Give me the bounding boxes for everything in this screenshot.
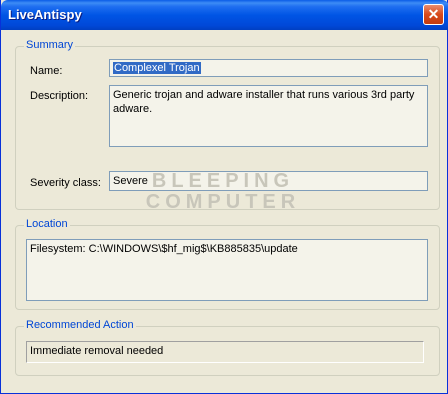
severity-field[interactable]: Severe <box>109 171 428 191</box>
name-value: Complexel Trojan <box>113 62 201 74</box>
name-field[interactable]: Complexel Trojan <box>109 59 428 77</box>
location-legend: Location <box>24 218 70 230</box>
location-field[interactable]: Filesystem: C:\WINDOWS\$hf_mig$\KB885835… <box>26 239 428 301</box>
description-field[interactable]: Generic trojan and adware installer that… <box>109 85 428 147</box>
severity-label: Severity class: <box>30 177 101 189</box>
window-title: LiveAntispy <box>8 7 82 22</box>
description-label: Description: <box>30 90 89 102</box>
name-label: Name: <box>30 65 63 77</box>
dialog-window: LiveAntispy ✕ Summary Name: Complexel Tr… <box>0 0 448 394</box>
recommended-action-group: Recommended Action Immediate removal nee… <box>15 319 440 376</box>
title-bar[interactable]: LiveAntispy ✕ <box>1 0 448 30</box>
close-button[interactable]: ✕ <box>423 4 444 25</box>
summary-group: Summary Name: Complexel Trojan Descripti… <box>15 39 440 210</box>
recommended-action-legend: Recommended Action <box>24 319 136 331</box>
recommended-action-field: Immediate removal needed <box>26 341 424 363</box>
location-group: Location Filesystem: C:\WINDOWS\$hf_mig$… <box>15 218 440 310</box>
close-icon: ✕ <box>427 6 440 22</box>
summary-legend: Summary <box>24 39 76 51</box>
